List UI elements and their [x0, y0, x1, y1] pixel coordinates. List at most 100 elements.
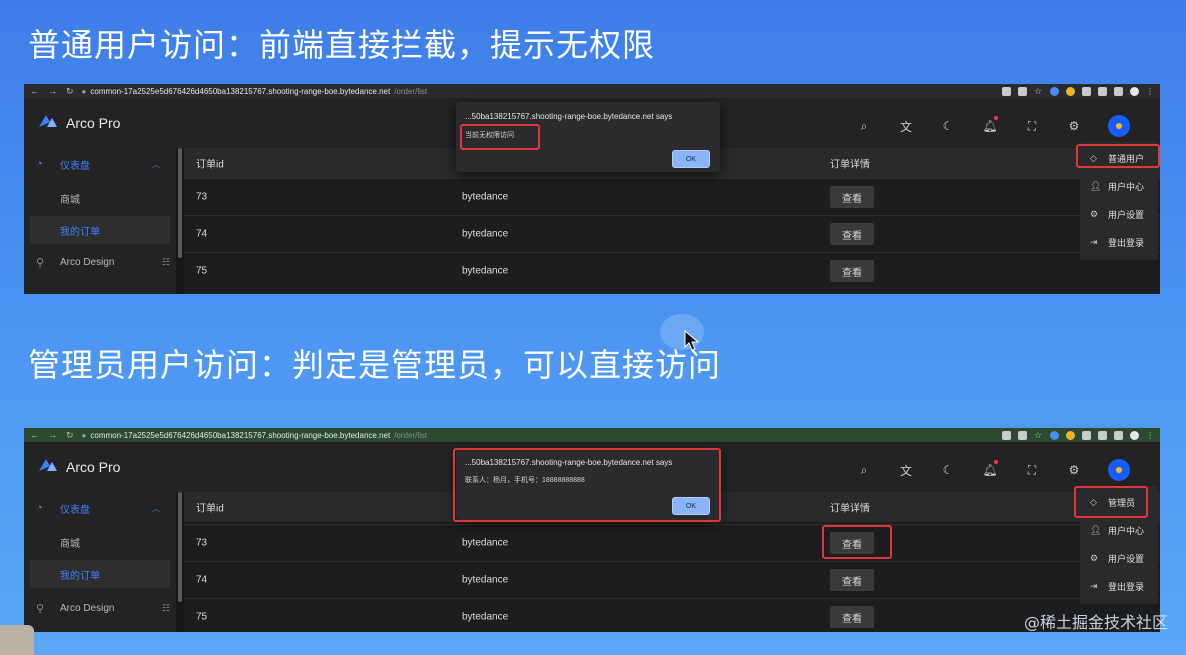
puzzle-icon[interactable] — [1098, 86, 1107, 96]
menu-item-logout[interactable]: ⇥ 登出登录 — [1080, 572, 1158, 600]
settings-icon: ⚙ — [1090, 552, 1099, 563]
share-icon[interactable] — [1018, 430, 1027, 440]
extension-icon[interactable] — [1066, 86, 1075, 96]
collapse-icon[interactable]: ☷ — [162, 603, 170, 614]
sidebar-item-dashboard[interactable]: ◔ 仪表盘 ︿ — [24, 494, 170, 522]
table-row: 73 bytedance 查看 — [184, 524, 1160, 561]
sidepanel-icon[interactable] — [1114, 86, 1123, 96]
menu-item-user-settings[interactable]: ⚙ 用户设置 — [1080, 200, 1158, 228]
bell-icon[interactable]: 🔔︎ — [982, 460, 998, 477]
sidebar-item-mall[interactable]: 商城 — [24, 184, 170, 212]
translate-icon[interactable]: 文 — [898, 462, 914, 479]
settings-icon: ⚙ — [1090, 208, 1099, 219]
gear-icon[interactable]: ⚙ — [1066, 463, 1082, 477]
reload-icon[interactable]: ↻ — [66, 86, 74, 97]
ok-button[interactable]: OK — [672, 150, 710, 168]
logout-icon: ⇥ — [1090, 580, 1098, 591]
view-button[interactable]: 查看 — [830, 260, 874, 282]
moon-icon[interactable]: ☾ — [940, 463, 956, 477]
arco-logo-icon — [39, 459, 57, 471]
presenter-thumbnail — [0, 625, 34, 655]
menu-item-logout[interactable]: ⇥ 登出登录 — [1080, 228, 1158, 256]
more-icon[interactable]: ⋮ — [1146, 87, 1154, 96]
address-bar[interactable]: ● common-17a2525e5d676426d4650ba13821576… — [82, 87, 994, 96]
view-button[interactable]: 查看 — [830, 569, 874, 591]
table-row: 73 bytedance 查看 — [184, 178, 1160, 215]
search-icon[interactable]: ⌕ — [856, 463, 872, 478]
menu-item-user-center[interactable]: 👤︎ 用户中心 — [1080, 172, 1158, 200]
reload-icon[interactable]: ↻ — [66, 430, 74, 441]
extension-icon[interactable] — [1066, 430, 1075, 440]
address-bar[interactable]: ● common-17a2525e5d676426d4650ba13821576… — [82, 431, 994, 440]
browser-toolbar: ← → ↻ ● common-17a2525e5d676426d4650ba13… — [24, 84, 1160, 98]
view-button[interactable]: 查看 — [830, 606, 874, 628]
forward-icon[interactable]: → — [48, 86, 57, 97]
browser-toolbar: ← → ↻ ● common-17a2525e5d676426d4650ba13… — [24, 428, 1160, 442]
collapse-icon[interactable]: ☷ — [162, 257, 170, 268]
view-button[interactable]: 查看 — [830, 186, 874, 208]
screenshot-admin: ← → ↻ ● common-17a2525e5d676426d4650ba13… — [24, 428, 1160, 632]
user-icon: 👤︎ — [1090, 180, 1102, 191]
mouse-cursor-icon — [684, 330, 700, 351]
watermark: @稀土掘金技术社区 — [1023, 613, 1168, 632]
star-icon[interactable]: ☆ — [1034, 86, 1043, 96]
highlight-box — [822, 525, 892, 559]
table-row: 75 bytedance 查看 — [184, 252, 1160, 289]
dashboard-icon: ◔ — [36, 502, 43, 514]
sidebar-item-mall[interactable]: 商城 — [24, 528, 170, 556]
avatar[interactable] — [1108, 115, 1130, 137]
profile-icon[interactable] — [1130, 86, 1139, 96]
extension-icon[interactable] — [1050, 86, 1059, 96]
sidepanel-icon[interactable] — [1114, 430, 1123, 440]
table-row: 74 bytedance 查看 — [184, 561, 1160, 598]
back-icon[interactable]: ← — [30, 430, 39, 441]
fullscreen-icon[interactable]: ⛶ — [1024, 463, 1040, 478]
dashboard-icon: ◔ — [36, 158, 43, 170]
key-icon[interactable] — [1002, 430, 1011, 440]
search-icon[interactable]: ⌕ — [856, 119, 872, 134]
highlight-box — [460, 124, 540, 150]
more-icon[interactable]: ⋮ — [1146, 431, 1154, 440]
moon-icon[interactable]: ☾ — [940, 119, 956, 133]
sidebar: ◔ 仪表盘 ︿ 商城 我的订单 ⚲ Arco Design ☷ — [24, 492, 176, 632]
fullscreen-icon[interactable]: ⛶ — [1024, 119, 1040, 134]
extension-icon[interactable] — [1082, 430, 1091, 440]
highlight-box — [453, 448, 721, 522]
sidebar-item-my-orders[interactable]: 我的订单 — [30, 560, 170, 588]
menu-item-user-center[interactable]: 👤︎ 用户中心 — [1080, 516, 1158, 544]
sidebar-item-arco-design[interactable]: ⚲ Arco Design ☷ — [24, 248, 170, 276]
brand-name: Arco Pro — [66, 115, 121, 131]
arco-logo-icon — [39, 115, 57, 127]
translate-icon[interactable]: 文 — [898, 118, 914, 135]
chevron-up-icon: ︿ — [152, 503, 160, 513]
puzzle-icon[interactable] — [1098, 430, 1107, 440]
sidebar-scrollbar[interactable] — [178, 492, 182, 602]
profile-icon[interactable] — [1130, 430, 1139, 440]
lock-icon: ● — [81, 86, 87, 96]
avatar[interactable] — [1108, 459, 1130, 481]
key-icon[interactable] — [1002, 86, 1011, 96]
link-icon: ⚲ — [36, 602, 45, 615]
sidebar-scrollbar[interactable] — [178, 148, 182, 258]
link-icon: ⚲ — [36, 256, 45, 269]
sidebar-item-arco-design[interactable]: ⚲ Arco Design ☷ — [24, 594, 170, 622]
sidebar-item-dashboard[interactable]: ◔ 仪表盘 ︿ — [24, 150, 170, 178]
highlight-box — [1076, 144, 1160, 168]
back-icon[interactable]: ← — [30, 86, 39, 97]
brand-name: Arco Pro — [66, 459, 121, 475]
view-button[interactable]: 查看 — [830, 223, 874, 245]
highlight-box — [1074, 486, 1148, 518]
table-row: 74 bytedance 查看 — [184, 215, 1160, 252]
star-icon[interactable]: ☆ — [1034, 430, 1043, 440]
sidebar: ◔ 仪表盘 ︿ 商城 我的订单 ⚲ Arco Design ☷ — [24, 148, 176, 294]
bell-icon[interactable]: 🔔︎ — [982, 116, 998, 133]
forward-icon[interactable]: → — [48, 430, 57, 441]
extension-icon[interactable] — [1082, 86, 1091, 96]
sidebar-item-my-orders[interactable]: 我的订单 — [30, 216, 170, 244]
extension-icon[interactable] — [1050, 430, 1059, 440]
table-row: 75 bytedance 查看 — [184, 598, 1160, 632]
user-icon: 👤︎ — [1090, 524, 1102, 535]
share-icon[interactable] — [1018, 86, 1027, 96]
menu-item-user-settings[interactable]: ⚙ 用户设置 — [1080, 544, 1158, 572]
gear-icon[interactable]: ⚙ — [1066, 119, 1082, 133]
